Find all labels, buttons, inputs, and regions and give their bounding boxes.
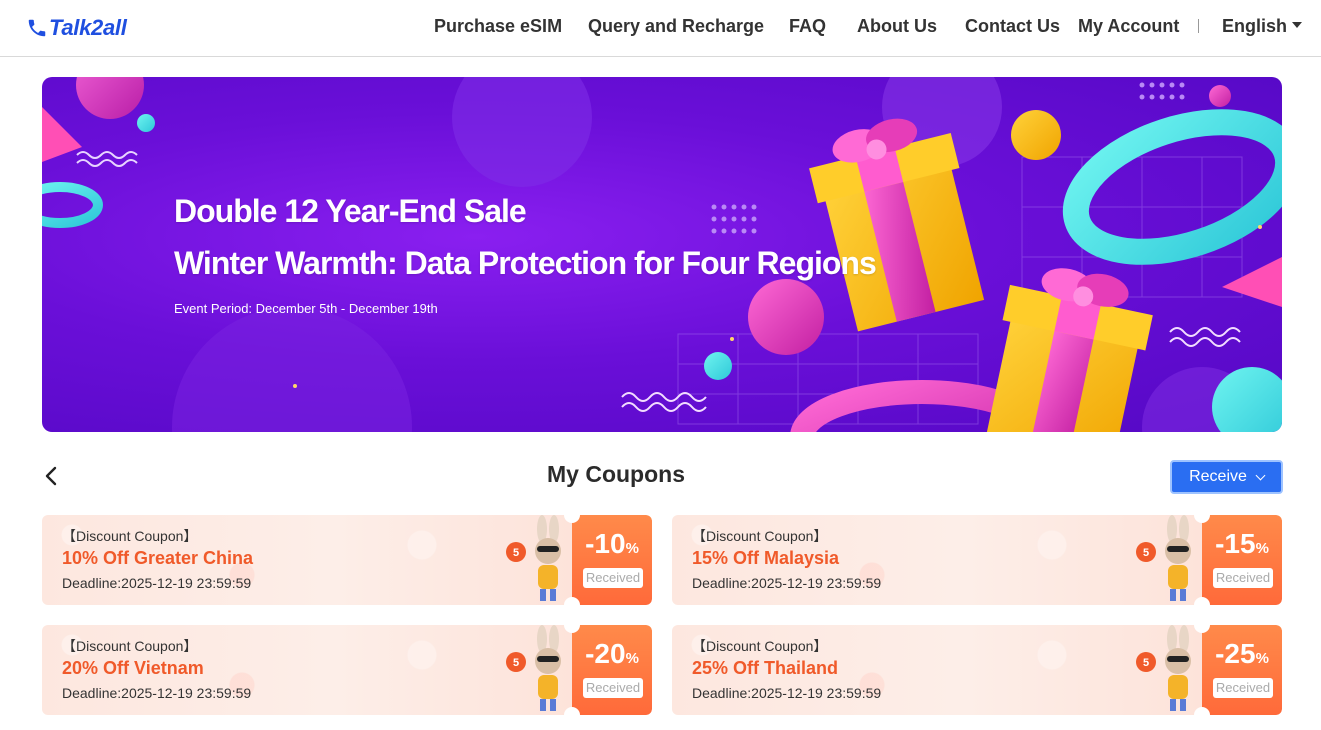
coupon-discount-value: -25 [1215,638,1256,669]
mascot-badge: 5 [513,657,519,669]
language-label: English [1222,16,1288,36]
caret-down-icon [1292,22,1303,28]
coupon-type-label: 【Discount Coupon】 [692,638,828,654]
banner-event-period: Event Period: December 5th - December 19… [174,301,438,316]
coupon-discount: -20% [572,638,652,670]
coupon-status-button[interactable]: Received [583,568,643,588]
receive-label: Receive [1189,468,1247,485]
mascot-badge: 5 [513,547,519,559]
language-selector[interactable]: English [1222,16,1303,37]
coupon-type-label: 【Discount Coupon】 [62,528,198,544]
coupon-type-label: 【Discount Coupon】 [692,528,828,544]
page-title: My Coupons [547,461,685,487]
coupon-discount: -10% [572,528,652,560]
coupon-discount-value: -10 [585,528,626,559]
logo-text: Talk2all [49,15,127,40]
mascot-badge: 5 [1143,547,1149,559]
coupon-discount-value: -20 [585,638,626,669]
banner-subtitle: Winter Warmth: Data Protection for Four … [174,245,877,281]
nav-purchase-esim[interactable]: Purchase eSIM [434,16,562,37]
coupon-discount: -15% [1202,528,1282,560]
nav-about-us[interactable]: About Us [857,16,937,37]
rabbit-mascot-icon: 5 [1136,515,1191,601]
coupon-status-button[interactable]: Received [1213,678,1273,698]
coupon-name: 20% Off Vietnam [62,658,204,678]
site-header: Talk2all Purchase eSIM Query and Recharg… [0,0,1321,57]
coupon-status-button[interactable]: Received [1213,568,1273,588]
nav-divider [1198,19,1199,33]
coupon-discount: -25% [1202,638,1282,670]
coupon-card[interactable]: 【Discount Coupon】 15% Off Malaysia Deadl… [672,515,1282,605]
nav-contact-us[interactable]: Contact Us [965,16,1060,37]
coupon-status-button[interactable]: Received [583,678,643,698]
logo[interactable]: Talk2all [26,14,127,42]
nav-my-account[interactable]: My Account [1078,16,1179,37]
phone-icon [28,19,46,37]
coupon-discount-unit: % [1255,650,1269,667]
coupon-deadline: Deadline:2025-12-19 23:59:59 [692,685,882,701]
coupon-name: 25% Off Thailand [692,658,839,678]
coupon-type-label: 【Discount Coupon】 [62,638,198,654]
coupon-card[interactable]: 【Discount Coupon】 10% Off Greater China … [42,515,652,605]
coupon-card[interactable]: 【Discount Coupon】 20% Off Vietnam Deadli… [42,625,652,715]
rabbit-mascot-icon: 5 [506,515,561,601]
coupon-card[interactable]: 【Discount Coupon】 25% Off Thailand Deadl… [672,625,1282,715]
coupon-deadline: Deadline:2025-12-19 23:59:59 [692,575,882,591]
receive-dropdown-button[interactable]: Receive [1170,460,1283,494]
banner-title: Double 12 Year-End Sale [174,193,527,229]
coupon-discount-unit: % [625,540,639,557]
chevron-down-icon [1255,470,1266,480]
coupon-name: 10% Off Greater China [62,548,254,568]
coupon-deadline: Deadline:2025-12-19 23:59:59 [62,575,252,591]
coupon-name: 15% Off Malaysia [692,548,840,568]
promo-banner[interactable]: Double 12 Year-End Sale Winter Warmth: D… [42,77,1282,432]
mascot-badge: 5 [1143,657,1149,669]
coupon-discount-value: -15 [1215,528,1256,559]
coupon-discount-unit: % [1255,540,1269,557]
coupon-discount-unit: % [625,650,639,667]
nav-faq[interactable]: FAQ [789,16,826,37]
rabbit-mascot-icon: 5 [1136,625,1191,711]
rabbit-mascot-icon: 5 [506,625,561,711]
nav-query-recharge[interactable]: Query and Recharge [588,16,764,37]
coupon-deadline: Deadline:2025-12-19 23:59:59 [62,685,252,701]
